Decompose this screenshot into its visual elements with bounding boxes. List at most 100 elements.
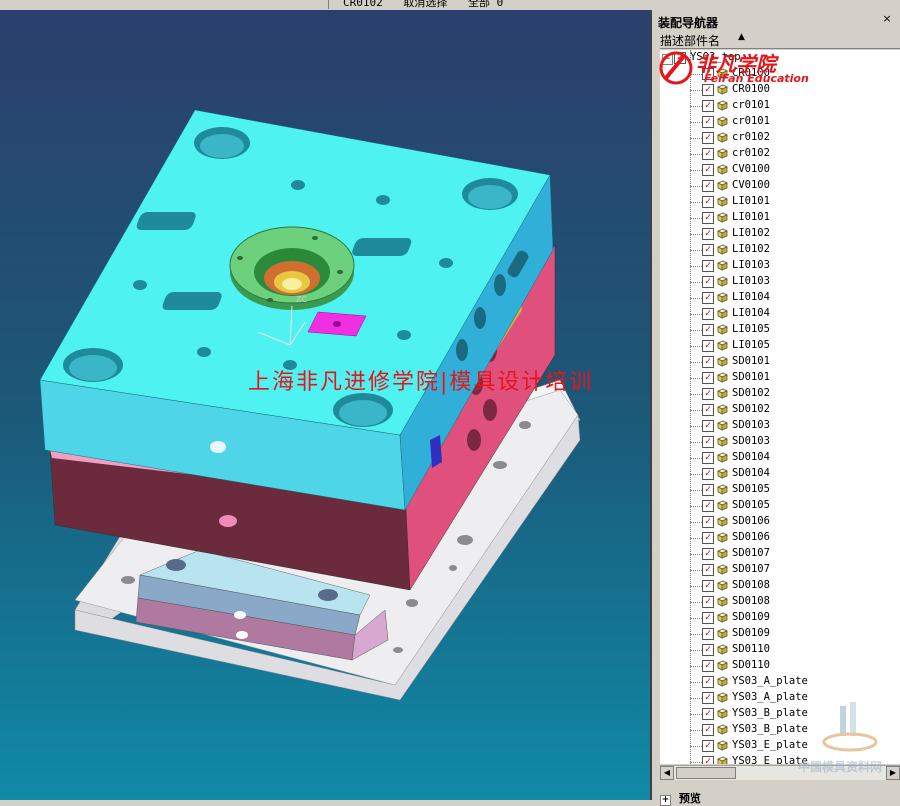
checkbox-icon[interactable]: ✓ bbox=[702, 484, 714, 496]
tree-item[interactable]: ✓ SD0102 bbox=[660, 386, 900, 402]
checkbox-icon[interactable]: ✓ bbox=[702, 244, 714, 256]
checkbox-icon[interactable]: ✓ bbox=[702, 164, 714, 176]
checkbox-icon[interactable]: ✓ bbox=[702, 372, 714, 384]
checkbox-icon[interactable]: ✓ bbox=[702, 708, 714, 720]
tree-item[interactable]: ✓ LI0101 bbox=[660, 210, 900, 226]
tree-item[interactable]: ✓ cr0101 bbox=[660, 98, 900, 114]
tree-item[interactable]: ✓ SD0107 bbox=[660, 562, 900, 578]
tree-item[interactable]: ✓ SD0109 bbox=[660, 626, 900, 642]
tree-item[interactable]: ✓ CV0100 bbox=[660, 178, 900, 194]
checkbox-icon[interactable]: ✓ bbox=[702, 180, 714, 192]
checkbox-icon[interactable]: ✓ bbox=[702, 468, 714, 480]
tree-item[interactable]: ✓ cr0102 bbox=[660, 146, 900, 162]
tree-item-label: YS03_A_plate bbox=[732, 691, 808, 703]
checkbox-icon[interactable]: ✓ bbox=[702, 532, 714, 544]
status-item-deselect[interactable]: 取消选择 bbox=[403, 0, 447, 9]
tree-item[interactable]: ✓ LI0105 bbox=[660, 322, 900, 338]
tree-item[interactable]: ✓ SD0106 bbox=[660, 530, 900, 546]
checkbox-icon[interactable]: ✓ bbox=[702, 356, 714, 368]
checkbox-icon[interactable]: ✓ bbox=[702, 308, 714, 320]
tree-item[interactable]: ✓ SD0104 bbox=[660, 466, 900, 482]
checkbox-icon[interactable]: ✓ bbox=[702, 148, 714, 160]
tree-item[interactable]: ✓ SD0103 bbox=[660, 418, 900, 434]
checkbox-icon[interactable]: ✓ bbox=[702, 612, 714, 624]
checkbox-icon[interactable]: ✓ bbox=[702, 676, 714, 688]
component-cube-icon bbox=[717, 644, 728, 655]
checkbox-icon[interactable]: ✓ bbox=[702, 420, 714, 432]
checkbox-icon[interactable]: ✓ bbox=[702, 452, 714, 464]
checkbox-icon[interactable]: ✓ bbox=[702, 596, 714, 608]
tree-item[interactable]: ✓ SD0103 bbox=[660, 434, 900, 450]
tree-item[interactable]: ✓ LI0102 bbox=[660, 242, 900, 258]
tree-item[interactable]: ✓ SD0104 bbox=[660, 450, 900, 466]
status-item-all[interactable]: 全部 0 bbox=[468, 0, 503, 9]
checkbox-icon[interactable]: ✓ bbox=[702, 756, 714, 764]
checkbox-icon[interactable]: ✓ bbox=[702, 740, 714, 752]
checkbox-icon[interactable]: ✓ bbox=[702, 692, 714, 704]
checkbox-icon[interactable]: ✓ bbox=[702, 292, 714, 304]
tree-item[interactable]: ✓ SD0105 bbox=[660, 498, 900, 514]
tree-item[interactable]: ✓ SD0105 bbox=[660, 482, 900, 498]
checkbox-icon[interactable]: ✓ bbox=[702, 660, 714, 672]
tree-item[interactable]: ✓ cr0101 bbox=[660, 114, 900, 130]
checkbox-icon[interactable]: ✓ bbox=[702, 500, 714, 512]
assembly-tree[interactable]: − ✓ YS03_top ✓ CR0100 ✓ CR0100 ✓ cr0101 ✓ cr010… bbox=[660, 50, 900, 764]
tree-item[interactable]: ✓ LI0104 bbox=[660, 306, 900, 322]
tree-item[interactable]: ✓ SD0110 bbox=[660, 658, 900, 674]
checkbox-icon[interactable]: ✓ bbox=[702, 324, 714, 336]
preview-label: 预览 bbox=[678, 792, 701, 805]
graphics-viewport[interactable]: ZC 上海非凡进修学院|模具设计培训 bbox=[0, 10, 650, 800]
checkbox-icon[interactable]: ✓ bbox=[702, 644, 714, 656]
tree-item[interactable]: ✓ SD0110 bbox=[660, 642, 900, 658]
checkbox-icon[interactable]: ✓ bbox=[702, 724, 714, 736]
checkbox-icon[interactable]: ✓ bbox=[702, 548, 714, 560]
tree-item[interactable]: ✓ SD0106 bbox=[660, 514, 900, 530]
column-header-part-name[interactable]: 描述部件名 ▲ bbox=[660, 32, 900, 49]
checkbox-icon[interactable]: ✓ bbox=[702, 388, 714, 400]
checkbox-icon[interactable]: ✓ bbox=[702, 228, 714, 240]
tree-item[interactable]: ✓ CV0100 bbox=[660, 162, 900, 178]
tree-connector bbox=[690, 394, 702, 395]
preview-section[interactable]: + 预览 bbox=[660, 790, 900, 806]
checkbox-icon[interactable]: ✓ bbox=[702, 260, 714, 272]
tree-item[interactable]: ✓ LI0101 bbox=[660, 194, 900, 210]
expand-icon[interactable]: + bbox=[660, 795, 671, 806]
checkbox-icon[interactable]: ✓ bbox=[702, 516, 714, 528]
checkbox-icon[interactable]: ✓ bbox=[702, 580, 714, 592]
tree-item[interactable]: ✓ SD0107 bbox=[660, 546, 900, 562]
checkbox-icon[interactable]: ✓ bbox=[702, 212, 714, 224]
tree-item[interactable]: ✓ SD0101 bbox=[660, 370, 900, 386]
checkbox-icon[interactable]: ✓ bbox=[702, 564, 714, 576]
tree-item-label: LI0104 bbox=[732, 291, 770, 303]
tree-item[interactable]: ✓ LI0105 bbox=[660, 338, 900, 354]
checkbox-icon[interactable]: ✓ bbox=[702, 116, 714, 128]
checkbox-icon[interactable]: ✓ bbox=[702, 404, 714, 416]
tree-item[interactable]: ✓ cr0102 bbox=[660, 130, 900, 146]
tree-connector bbox=[690, 234, 702, 235]
checkbox-icon[interactable]: ✓ bbox=[702, 132, 714, 144]
tree-item[interactable]: ✓ SD0101 bbox=[660, 354, 900, 370]
tree-item[interactable]: ✓ YS03_A_plate bbox=[660, 674, 900, 690]
tree-item[interactable]: ✓ SD0109 bbox=[660, 610, 900, 626]
tree-connector bbox=[690, 154, 702, 155]
tree-item[interactable]: ✓ LI0103 bbox=[660, 274, 900, 290]
close-icon[interactable]: × bbox=[880, 12, 894, 26]
scroll-left-icon[interactable]: ◀ bbox=[660, 766, 674, 780]
checkbox-icon[interactable]: ✓ bbox=[702, 628, 714, 640]
checkbox-icon[interactable]: ✓ bbox=[702, 276, 714, 288]
checkbox-icon[interactable]: ✓ bbox=[702, 436, 714, 448]
tree-item[interactable]: ✓ LI0103 bbox=[660, 258, 900, 274]
tree-item[interactable]: ✓ LI0102 bbox=[660, 226, 900, 242]
mold-assembly-model[interactable]: ZC bbox=[0, 10, 650, 800]
tree-item[interactable]: ✓ SD0108 bbox=[660, 594, 900, 610]
checkbox-icon[interactable]: ✓ bbox=[702, 340, 714, 352]
tree-connector bbox=[690, 170, 702, 171]
checkbox-icon[interactable]: ✓ bbox=[702, 100, 714, 112]
tree-item[interactable]: ✓ SD0108 bbox=[660, 578, 900, 594]
locating-ring[interactable] bbox=[229, 226, 355, 310]
tree-item[interactable]: ✓ LI0104 bbox=[660, 290, 900, 306]
checkbox-icon[interactable]: ✓ bbox=[702, 196, 714, 208]
scroll-thumb[interactable] bbox=[676, 767, 736, 779]
tree-connector bbox=[690, 522, 702, 523]
tree-item[interactable]: ✓ SD0102 bbox=[660, 402, 900, 418]
